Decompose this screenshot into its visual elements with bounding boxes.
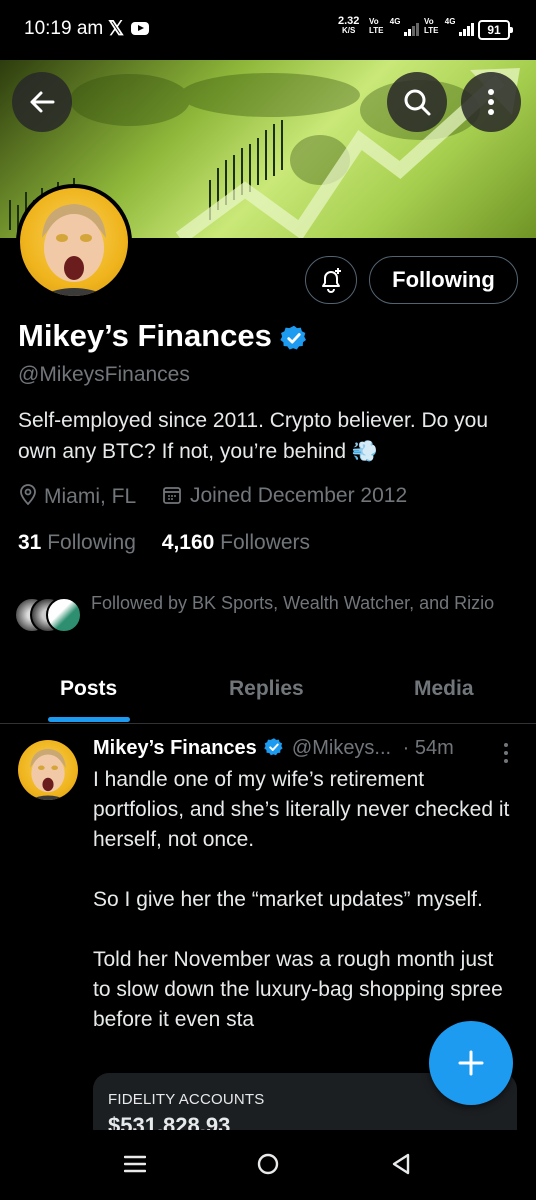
avatar-face-image bbox=[40, 204, 108, 296]
more-options-button[interactable] bbox=[461, 72, 521, 132]
tweet-text-paragraph-2: So I give her the “market updates” mysel… bbox=[93, 888, 483, 911]
recent-apps-icon[interactable] bbox=[124, 1154, 146, 1174]
tweet-avatar[interactable] bbox=[18, 740, 78, 800]
x-app-icon: 𝕏 bbox=[108, 18, 125, 40]
tweet-author-name[interactable]: Mikey’s Finances bbox=[93, 737, 257, 759]
tweet-time[interactable]: · 54m bbox=[403, 737, 454, 759]
tweet-text-paragraph-1: I handle one of my wife’s retirement por… bbox=[93, 768, 510, 851]
search-button[interactable] bbox=[387, 72, 447, 132]
joined-text: Joined December 2012 bbox=[190, 484, 408, 507]
followers-link[interactable]: 4,160 Followers bbox=[162, 531, 310, 554]
status-time: 10:19 am bbox=[24, 18, 104, 39]
status-bar: 10:19 am 𝕏 2.32 K/S Vo LTE 4G Vo LTE 4G … bbox=[0, 0, 536, 60]
battery-icon: 91 bbox=[478, 20, 513, 40]
sim2-signal-bars-icon bbox=[458, 23, 475, 36]
location-text: Miami, FL bbox=[44, 485, 137, 508]
more-vertical-icon bbox=[488, 89, 494, 115]
tab-media[interactable]: Media bbox=[414, 677, 474, 701]
follower-avatar-3 bbox=[46, 597, 82, 633]
verified-badge-icon[interactable] bbox=[280, 324, 308, 352]
sim1-signal: Vo LTE 4G bbox=[369, 17, 420, 36]
following-link[interactable]: 31 Following bbox=[18, 531, 136, 554]
network-speed-unit: K/S bbox=[342, 26, 356, 35]
profile-name: Mikey’s Finances bbox=[18, 318, 308, 354]
card-label: FIDELITY ACCOUNTS bbox=[108, 1091, 265, 1108]
tweet-author-handle[interactable]: @Mikeys... bbox=[292, 737, 391, 759]
profile-bio: Self-employed since 2011. Crypto believe… bbox=[18, 409, 489, 463]
compose-button[interactable] bbox=[429, 1021, 513, 1105]
tab-posts[interactable]: Posts bbox=[60, 677, 117, 701]
sim1-label: Vo LTE bbox=[369, 17, 384, 35]
tweet-verified-badge-icon bbox=[264, 738, 283, 756]
tabs-divider bbox=[0, 723, 536, 724]
youtube-icon bbox=[131, 22, 149, 35]
following-count: 31 bbox=[18, 531, 42, 554]
sim2-type: 4G bbox=[444, 17, 456, 26]
tweet-text-paragraph-3: Told her November was a rough month just… bbox=[93, 948, 503, 1031]
arrow-left-icon bbox=[30, 91, 55, 113]
profile-handle: @MikeysFinances bbox=[18, 363, 190, 386]
back-button[interactable] bbox=[12, 72, 72, 132]
followers-count: 4,160 bbox=[161, 531, 215, 554]
profile-location: Miami, FL bbox=[18, 484, 136, 509]
sim1-type: 4G bbox=[389, 17, 401, 26]
back-triangle-icon[interactable] bbox=[390, 1152, 412, 1176]
search-icon bbox=[404, 89, 431, 116]
tab-replies[interactable]: Replies bbox=[229, 677, 304, 701]
tweet-header: Mikey’s Finances @Mikeys... · 54m bbox=[93, 737, 454, 760]
notify-button[interactable] bbox=[305, 256, 357, 304]
sim1-signal-bars-icon bbox=[403, 23, 420, 36]
more-vertical-icon bbox=[504, 743, 508, 763]
profile-name-text: Mikey’s Finances bbox=[18, 318, 272, 353]
following-label: Following bbox=[47, 531, 136, 554]
network-speed-value: 2.32 bbox=[338, 15, 360, 27]
following-button[interactable]: Following bbox=[369, 256, 518, 304]
followers-label: Followers bbox=[220, 531, 311, 554]
sim2-signal: Vo LTE 4G bbox=[424, 17, 475, 36]
home-circle-icon[interactable] bbox=[256, 1152, 280, 1176]
plus-icon bbox=[458, 1050, 484, 1076]
follow-counts: 31 Following 4,160 Followers bbox=[18, 531, 310, 555]
network-speed: 2.32 K/S bbox=[338, 16, 359, 36]
calendar-icon bbox=[163, 487, 181, 504]
location-pin-icon bbox=[20, 484, 36, 506]
active-tab-indicator bbox=[48, 717, 130, 722]
profile-avatar[interactable] bbox=[16, 184, 132, 300]
tweet-text: I handle one of my wife’s retirement por… bbox=[93, 765, 513, 1035]
system-nav-bar bbox=[0, 1130, 536, 1200]
profile-joined: Joined December 2012 bbox=[162, 484, 407, 508]
tweet-avatar-face-image bbox=[29, 748, 67, 800]
followed-by-text[interactable]: Followed by BK Sports, Wealth Watcher, a… bbox=[91, 591, 511, 616]
bell-plus-icon bbox=[322, 268, 341, 293]
sim2-label: Vo LTE bbox=[424, 17, 439, 35]
